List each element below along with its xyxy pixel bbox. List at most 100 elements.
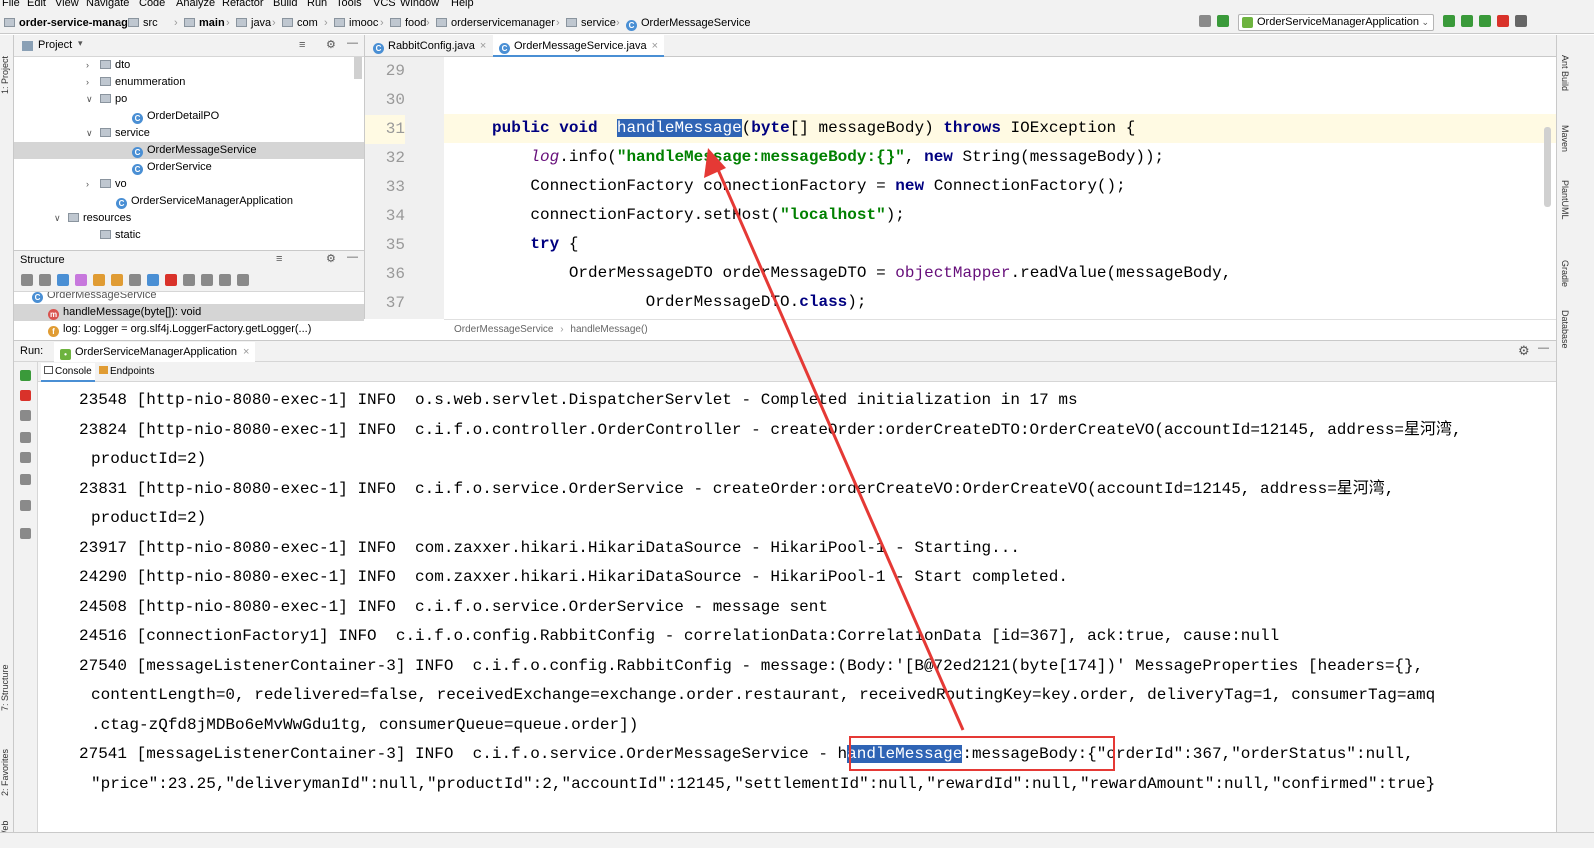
nav-crumb-7[interactable]: orderservicemanager [436,16,555,30]
tree-item-orderservicemanagerapplication[interactable]: C OrderServiceManagerApplication [116,193,293,210]
menu-item-window[interactable]: Window [400,0,439,10]
sort-visibility-icon[interactable] [39,274,51,287]
hammer-icon[interactable] [1217,15,1229,28]
rerun-icon[interactable] [20,370,31,381]
autoscroll-from-source-icon[interactable] [237,274,249,287]
nav-crumb-2[interactable]: main [184,16,225,30]
nav-crumb-1[interactable]: src [128,16,158,30]
run-config-tab[interactable]: • OrderServiceManagerApplication × [54,342,256,362]
chevron-down-icon[interactable]: ∨ [86,125,93,142]
menu-item-code[interactable]: Code [139,0,165,10]
tool-window-project[interactable]: 1: Project [0,45,14,105]
structure-method-item[interactable]: m handleMessage(byte[]): void [14,304,364,321]
run-config-select[interactable]: OrderServiceManagerApplication ⌄ [1238,14,1434,31]
pin-icon[interactable] [20,528,31,539]
gear-icon[interactable]: ⚙ [1518,343,1530,359]
close-icon[interactable]: × [243,346,249,358]
tool-window-favorites[interactable]: 2: Favorites [0,740,14,805]
menu-item-navigate[interactable]: Navigate [86,0,129,10]
tree-item-po[interactable]: ∨ po [86,91,127,108]
menu-item-tools[interactable]: Tools [336,0,362,10]
menu-item-help[interactable]: Help [451,0,474,10]
tree-item-orderservice[interactable]: C OrderService [132,159,212,176]
settings-icon[interactable] [20,452,31,463]
rerun-icon[interactable] [1443,15,1455,28]
expand-all-icon[interactable] [183,274,195,287]
close-icon[interactable]: × [480,40,486,52]
chevron-down-icon[interactable]: ∨ [54,210,61,227]
tree-item-orderdetailpo[interactable]: C OrderDetailPO [132,108,219,125]
tree-item-vo[interactable]: › vo [86,176,127,193]
collapse-all-icon[interactable] [201,274,213,287]
sort-alpha-icon[interactable] [21,274,33,287]
tool-window-structure[interactable]: 7: Structure [0,655,14,720]
menu-item-refactor[interactable]: Refactor [222,0,264,10]
tool-window-gradle[interactable]: Gradle [1560,260,1570,287]
layout-icon[interactable] [20,500,31,511]
editor-scrollbar[interactable] [1544,127,1551,207]
menu-item-run[interactable]: Run [307,0,327,10]
menu-item-edit[interactable]: Edit [27,0,46,10]
autoscroll-to-source-icon[interactable] [219,274,231,287]
code-editor[interactable]: public void handleMessage(byte[] message… [444,57,1556,319]
stop-icon[interactable] [1497,15,1509,28]
stop-icon[interactable] [20,390,31,401]
tree-item-service[interactable]: ∨ service [86,125,150,142]
nav-crumb-9[interactable]: C OrderMessageService [626,16,750,31]
nav-crumb-3[interactable]: java [236,16,271,30]
anonymous-class-icon[interactable] [147,274,159,287]
tree-item-static[interactable]: static [100,227,141,244]
non-public-icon[interactable] [165,274,177,287]
breadcrumb-class[interactable]: OrderMessageService [454,324,553,335]
sort-icon[interactable]: ≡ [276,253,282,265]
tool-window-database[interactable]: Database [1560,310,1570,349]
chevron-down-icon[interactable]: ∨ [86,91,93,108]
camera-icon[interactable] [20,432,31,443]
menu-item-build[interactable]: Build [273,0,297,10]
gear-icon[interactable]: ⚙ [326,38,336,51]
property-icon[interactable] [75,274,87,287]
exit-icon[interactable] [20,474,31,485]
close-icon[interactable]: × [652,40,658,52]
project-panel-title[interactable]: Project [38,39,72,51]
chevron-right-icon[interactable]: › [86,176,89,193]
structure-class-item[interactable]: C OrderMessageService [32,292,156,304]
tree-item-enummeration[interactable]: › enummeration [86,74,185,91]
tool-window-maven[interactable]: Maven [1560,125,1570,152]
menu-item-file[interactable]: File [2,0,20,10]
tool-window-ant[interactable]: Ant Build [1560,55,1570,91]
chevron-right-icon[interactable]: › [86,74,89,91]
tree-scrollbar[interactable] [354,57,362,79]
collapse-all-icon[interactable]: ≡ [299,39,305,51]
nav-crumb-5[interactable]: imooc [334,16,378,30]
tree-item-resources[interactable]: ∨ resources [54,210,131,227]
breadcrumb-method[interactable]: handleMessage() [570,324,647,335]
structure-field-item[interactable]: f log: Logger = org.slf4j.LoggerFactory.g… [48,321,311,338]
layout-icon[interactable] [1199,15,1211,28]
tool-window-plantuml[interactable]: PlantUML [1560,180,1570,220]
debug-icon[interactable] [1461,15,1473,28]
tree-item-dto[interactable]: › dto [86,57,130,74]
nav-crumb-8[interactable]: service [566,16,616,30]
editor-tab-0[interactable]: C RabbitConfig.java × [367,35,492,57]
hide-icon[interactable]: — [347,37,358,49]
tree-item-ordermessageservice[interactable]: C OrderMessageService [14,142,364,159]
search-icon[interactable] [1515,15,1527,28]
pause-icon[interactable] [20,410,31,421]
coverage-icon[interactable] [1479,15,1491,28]
editor-tab-1[interactable]: C OrderMessageService.java × [493,35,665,57]
filter-icon[interactable] [129,274,141,287]
field-icon[interactable] [93,274,105,287]
hide-icon[interactable]: — [1538,342,1549,354]
chevron-down-icon[interactable]: ▾ [78,38,83,49]
gear-icon[interactable]: ⚙ [326,252,336,265]
tab-console[interactable]: Console [41,363,95,382]
inherited-icon[interactable] [57,274,69,287]
menu-item-analyze[interactable]: Analyze [176,0,215,10]
hide-icon[interactable]: — [347,251,358,263]
tab-endpoints[interactable]: Endpoints [96,363,157,382]
menu-item-view[interactable]: View [55,0,79,10]
menu-item-vcs[interactable]: VCS [373,0,396,10]
console-output[interactable]: 23548 [http-nio-8080-exec-1] INFO o.s.we… [38,382,1556,832]
nav-crumb-4[interactable]: com [282,16,318,30]
